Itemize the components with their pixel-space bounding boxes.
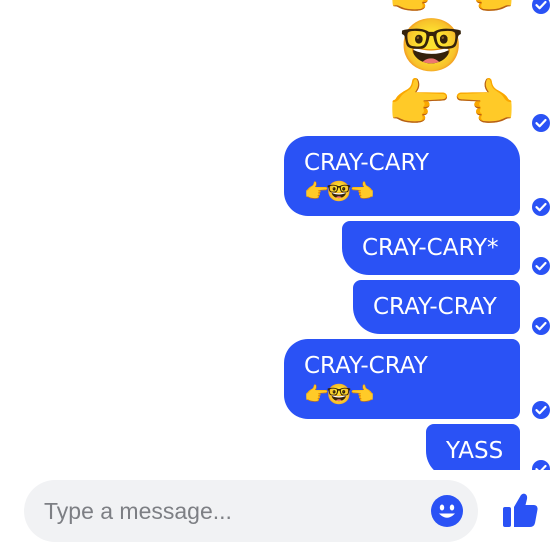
like-button[interactable] [500,490,540,530]
message-emoji-only: 🤓 [399,16,464,76]
message-thread[interactable]: 👉👈 🤓 👉👈 CRAY-CARY 👉🤓👈 CRAY-CARY* CRAY [0,0,560,470]
message-bubble[interactable]: CRAY-CRAY [353,280,520,334]
message-text: YASS [446,438,504,464]
sent-check-icon [532,198,550,216]
message-bubble[interactable]: CRAY-CARY 👉🤓👈 [284,136,520,216]
message-input[interactable] [44,480,424,542]
sent-check-icon [532,317,550,335]
sent-check-icon [532,114,550,132]
message-emoji: 👉🤓👈 [304,179,375,203]
message-text: CRAY-CARY* [362,235,499,261]
message-composer [24,480,478,542]
smiley-icon [431,495,463,527]
message-text: CRAY-CRAY [373,294,497,320]
sent-check-icon [532,460,550,470]
message-bubble[interactable]: CRAY-CARY* [342,221,520,275]
message-text: CRAY-CRAY [304,353,428,379]
messenger-screen: 👉👈 🤓 👉👈 CRAY-CARY 👉🤓👈 CRAY-CARY* CRAY [0,0,560,560]
message-emoji: 👉🤓👈 [304,382,375,406]
message-emoji-only: 👉👈 [386,74,517,134]
message-text: CRAY-CARY [304,150,430,176]
sent-check-icon [532,257,550,275]
thumbs-up-icon [503,493,538,527]
message-bubble[interactable]: CRAY-CRAY 👉🤓👈 [284,339,520,419]
emoji-button[interactable] [430,494,464,528]
sent-check-icon [532,401,550,419]
message-bubble[interactable]: YASS [426,424,520,470]
sent-check-icon [532,0,550,14]
